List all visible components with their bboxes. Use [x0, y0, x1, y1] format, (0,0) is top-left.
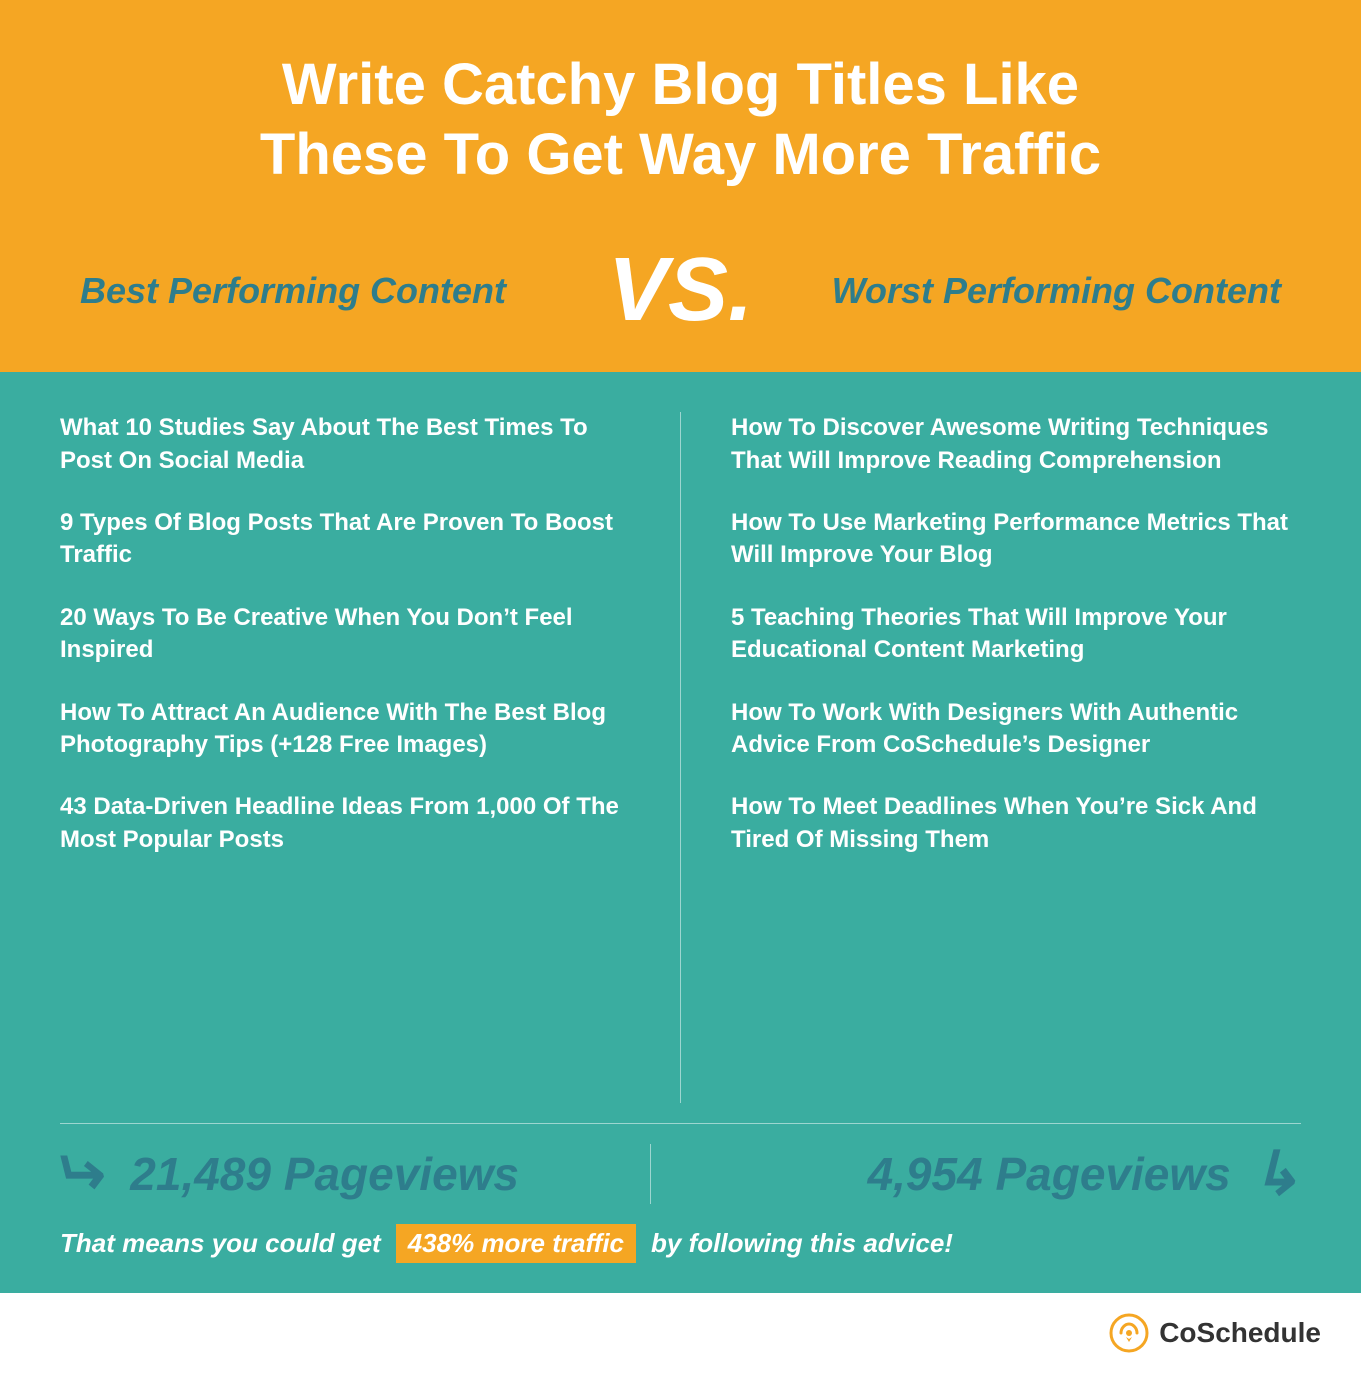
left-column: What 10 Studies Say About The Best Times…: [60, 412, 681, 1103]
vs-text: VS.: [578, 239, 783, 342]
tagline-section: That means you could get 438% more traff…: [0, 1214, 1361, 1293]
pageviews-right: 4,954 Pageviews ↳: [650, 1144, 1301, 1204]
coschedule-icon: [1109, 1313, 1149, 1353]
worst-performing-label: Worst Performing Content: [783, 270, 1281, 312]
list-item: How To Work With Designers With Authenti…: [731, 697, 1301, 762]
header-section: Write Catchy Blog Titles Like These To G…: [0, 0, 1361, 229]
brand-logo: CoSchedule: [1109, 1313, 1321, 1353]
list-item: 20 Ways To Be Creative When You Don’t Fe…: [60, 602, 630, 667]
right-column: How To Discover Awesome Writing Techniqu…: [681, 412, 1301, 1103]
list-item: What 10 Studies Say About The Best Times…: [60, 412, 630, 477]
list-item: How To Use Marketing Performance Metrics…: [731, 507, 1301, 572]
main-section: What 10 Studies Say About The Best Times…: [0, 372, 1361, 1293]
page-wrapper: Write Catchy Blog Titles Like These To G…: [0, 0, 1361, 1373]
list-item: How To Meet Deadlines When You’re Sick A…: [731, 791, 1301, 856]
tagline-highlight: 438% more traffic: [396, 1224, 636, 1263]
brand-name: CoSchedule: [1159, 1317, 1321, 1349]
list-item: 9 Types Of Blog Posts That Are Proven To…: [60, 507, 630, 572]
list-item: How To Attract An Audience With The Best…: [60, 697, 630, 762]
right-pageviews: 4,954 Pageviews: [868, 1147, 1231, 1201]
pageviews-left: ↵ 21,489 Pageviews: [60, 1144, 650, 1204]
content-columns: What 10 Studies Say About The Best Times…: [0, 372, 1361, 1123]
branding-section: CoSchedule: [0, 1293, 1361, 1373]
list-item: 43 Data-Driven Headline Ideas From 1,000…: [60, 791, 630, 856]
page-title: Write Catchy Blog Titles Like These To G…: [80, 50, 1281, 189]
left-pageviews: 21,489 Pageviews: [130, 1147, 519, 1201]
arrow-left-icon: ↵: [60, 1144, 110, 1204]
vs-section: Best Performing Content VS. Worst Perfor…: [0, 229, 1361, 372]
arrow-right-icon: ↳: [1251, 1144, 1301, 1204]
pageviews-section: ↵ 21,489 Pageviews 4,954 Pageviews ↳: [0, 1124, 1361, 1214]
tagline-after: by following this advice!: [651, 1228, 953, 1259]
list-item: How To Discover Awesome Writing Techniqu…: [731, 412, 1301, 477]
tagline-before: That means you could get: [60, 1228, 381, 1259]
list-item: 5 Teaching Theories That Will Improve Yo…: [731, 602, 1301, 667]
best-performing-label: Best Performing Content: [80, 270, 578, 312]
